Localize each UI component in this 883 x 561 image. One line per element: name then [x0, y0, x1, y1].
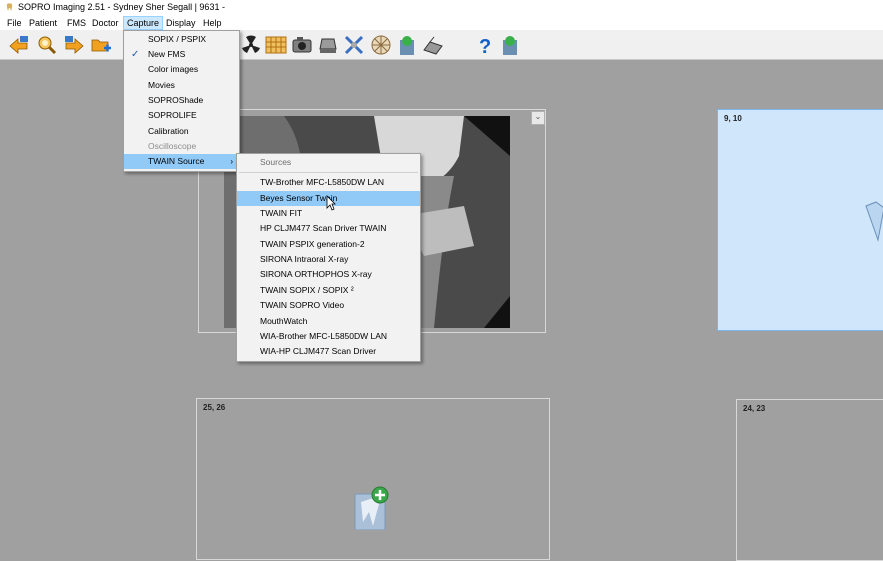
source-item[interactable]: TW-Brother MFC-L5850DW LAN — [237, 175, 420, 190]
svg-text:?: ? — [479, 36, 491, 56]
menu-display[interactable]: Display — [163, 17, 199, 29]
submenu-header: Sources — [260, 157, 292, 167]
source-item[interactable]: WIA-Brother MFC-L5850DW LAN — [237, 329, 420, 344]
menu-item-soprolife[interactable]: SOPROLIFE — [124, 108, 239, 123]
source-item[interactable]: HP CLJM477 Scan Driver TWAIN — [237, 221, 420, 236]
twain-submenu: Sources TW-Brother MFC-L5850DW LAN Beyes… — [236, 153, 421, 362]
color-wheel-icon[interactable] — [370, 34, 392, 56]
source-item[interactable]: TWAIN SOPRO Video — [237, 298, 420, 313]
menu-item-oscilloscope: Oscilloscope — [148, 141, 197, 151]
tools-icon[interactable] — [343, 34, 365, 56]
tooth-placeholder-icon — [865, 201, 883, 242]
bottom-right-tile[interactable]: 24, 23 — [736, 399, 883, 561]
source-item[interactable]: TWAIN SOPIX / SOPIX ² — [237, 283, 420, 298]
menu-item-soproshade[interactable]: SOPROShade — [124, 93, 239, 108]
source-item[interactable]: TWAIN PSPIX generation-2 — [237, 237, 420, 252]
menu-item-color-images[interactable]: Color images — [124, 62, 239, 77]
help-icon[interactable]: ? — [474, 34, 496, 56]
bottom-left-tile[interactable]: 25, 26 — [196, 398, 550, 560]
add-folder-icon[interactable] — [90, 34, 112, 56]
menu-capture[interactable]: Capture — [123, 16, 164, 30]
menu-bar: File Patient FMS Doctor Capture Display … — [0, 16, 883, 30]
tile-dropdown-button[interactable]: ⌄ — [531, 111, 545, 125]
tooth-help-icon[interactable] — [499, 34, 521, 56]
title-bar: SOPRO Imaging 2.51 - Sydney Sher Segall … — [0, 0, 883, 16]
selected-tile[interactable]: 9, 10 — [717, 109, 883, 331]
chevron-right-icon: › — [230, 157, 233, 166]
capture-menu: SOPIX / PSPIX ✓ New FMS Color images Movi… — [123, 30, 240, 172]
radiation-icon[interactable] — [240, 34, 262, 56]
tile-label: 9, 10 — [724, 114, 742, 123]
menu-item-new-fms[interactable]: ✓ New FMS — [124, 47, 239, 62]
window-title: SOPRO Imaging 2.51 - Sydney Sher Segall … — [18, 2, 225, 12]
source-item[interactable]: MouthWatch — [237, 314, 420, 329]
menu-item-movies[interactable]: Movies — [124, 78, 239, 93]
search-image-icon[interactable] — [36, 34, 58, 56]
checkmark-icon: ✓ — [131, 49, 140, 60]
submenu-separator — [239, 172, 418, 173]
source-item[interactable]: SIRONA Intraoral X-ray — [237, 252, 420, 267]
menu-doctor[interactable]: Doctor — [89, 17, 122, 29]
tooth-green-icon[interactable] — [396, 34, 418, 56]
add-image-icon[interactable] — [353, 486, 389, 530]
menu-file[interactable]: File — [4, 17, 25, 29]
scanner-icon[interactable] — [317, 34, 339, 56]
camera-icon[interactable] — [291, 34, 313, 56]
source-item[interactable]: SIRONA ORTHOPHOS X-ray — [237, 267, 420, 282]
menu-item-calibration[interactable]: Calibration — [124, 124, 239, 139]
back-arrow-icon[interactable] — [8, 34, 30, 56]
menu-item-twain-source[interactable]: TWAIN Source › — [124, 154, 239, 169]
forward-arrow-icon[interactable] — [63, 34, 85, 56]
tile-label: 25, 26 — [203, 403, 226, 412]
app-tooth-icon — [6, 3, 13, 11]
menu-help[interactable]: Help — [200, 17, 225, 29]
menu-item-sopix-pspix[interactable]: SOPIX / PSPIX — [124, 32, 239, 47]
mouse-cursor-icon — [326, 195, 336, 211]
sensor-icon[interactable] — [265, 34, 287, 56]
source-item[interactable]: WIA-HP CLJM477 Scan Driver — [237, 344, 420, 359]
menu-patient[interactable]: Patient — [26, 17, 60, 29]
scanner-flatbed-icon[interactable] — [422, 34, 444, 56]
tile-label: 24, 23 — [743, 404, 766, 413]
menu-fms[interactable]: FMS — [64, 17, 89, 29]
